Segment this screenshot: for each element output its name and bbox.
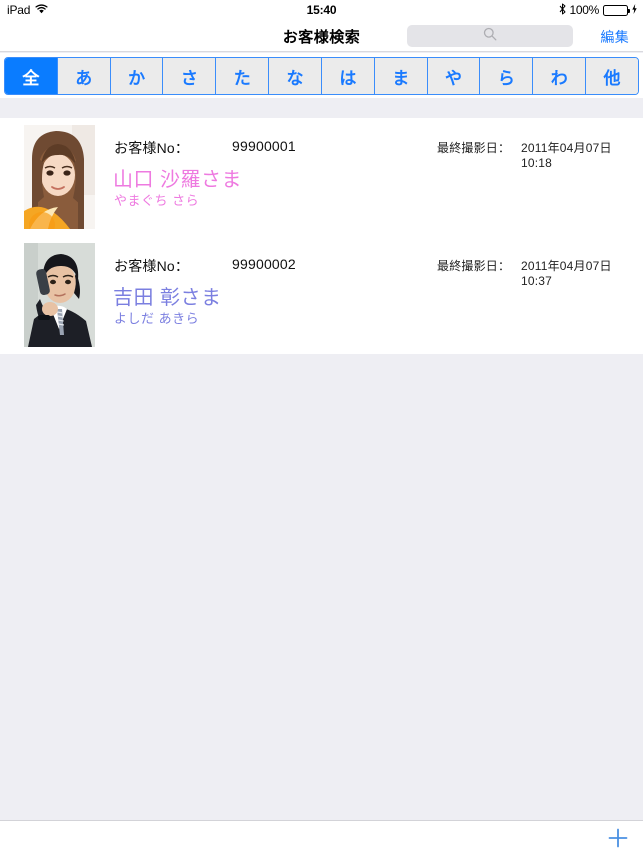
table-row[interactable]: お客様No： 99900002 最終撮影日： 2011年04月07日 10:37… <box>0 236 643 354</box>
add-customer-button[interactable] <box>603 825 633 855</box>
last-shot-value: 2011年04月07日 10:18 <box>521 141 612 170</box>
battery-full-icon <box>603 4 630 16</box>
segment-hoka[interactable]: 他 <box>586 58 638 94</box>
customer-no-value: 99900001 <box>232 138 296 154</box>
customer-list: お客様No： 99900001 最終撮影日： 2011年04月07日 10:18… <box>0 118 643 354</box>
bluetooth-icon <box>559 3 566 18</box>
customer-name: 吉田 彰さま <box>113 287 222 309</box>
segment-na[interactable]: な <box>269 58 322 94</box>
segment-ha[interactable]: は <box>321 58 375 94</box>
last-shot-label: 最終撮影日： <box>437 259 511 273</box>
customer-no-label: お客様No： <box>114 258 190 274</box>
table-row[interactable]: お客様No： 99900001 最終撮影日： 2011年04月07日 10:18… <box>0 118 643 236</box>
segment-ya[interactable]: や <box>427 58 481 94</box>
bottom-toolbar <box>0 820 643 857</box>
avatar <box>24 243 95 347</box>
segment-sa[interactable]: さ <box>163 58 217 94</box>
customer-no-value: 99900002 <box>232 256 296 272</box>
segmented-control-container: 全 あ か さ た な は ま や ら わ 他 <box>0 53 643 98</box>
search-icon <box>483 27 497 46</box>
segment-a[interactable]: あ <box>57 58 111 94</box>
last-shot-label: 最終撮影日： <box>437 141 511 155</box>
navigation-bar: お客様検索 編集 <box>0 20 643 52</box>
segment-wa[interactable]: わ <box>533 58 587 94</box>
status-bar: iPad 15:40 100% <box>0 0 643 20</box>
segment-zen[interactable]: 全 <box>5 58 58 94</box>
segment-ka[interactable]: か <box>110 58 164 94</box>
content-gap-band <box>0 98 643 118</box>
kana-filter-segmented-control[interactable]: 全 あ か さ た な は ま や ら わ 他 <box>4 57 639 95</box>
customer-name: 山口 沙羅さま <box>113 169 243 191</box>
segment-ta[interactable]: た <box>216 58 270 94</box>
customer-name-kana: よしだ あきら <box>114 311 200 326</box>
customer-no-label: お客様No： <box>114 140 190 156</box>
plus-icon <box>607 827 629 854</box>
segment-ma[interactable]: ま <box>374 58 428 94</box>
segment-ra[interactable]: ら <box>480 58 534 94</box>
last-shot-value: 2011年04月07日 10:37 <box>521 259 612 288</box>
status-bar-clock: 15:40 <box>306 3 337 17</box>
lightning-bolt-icon <box>632 3 637 17</box>
status-bar-right: 100% <box>559 3 638 18</box>
edit-button[interactable]: 編集 <box>600 27 629 47</box>
ipad-screen: iPad 15:40 100% お客様検索 編集 全 あ か さ た な は ま… <box>0 0 643 857</box>
customer-name-kana: やまぐち さら <box>114 193 200 208</box>
avatar <box>24 125 95 229</box>
search-input[interactable] <box>407 25 573 47</box>
battery-percent-label: 100% <box>569 3 600 17</box>
empty-list-area <box>0 354 643 820</box>
